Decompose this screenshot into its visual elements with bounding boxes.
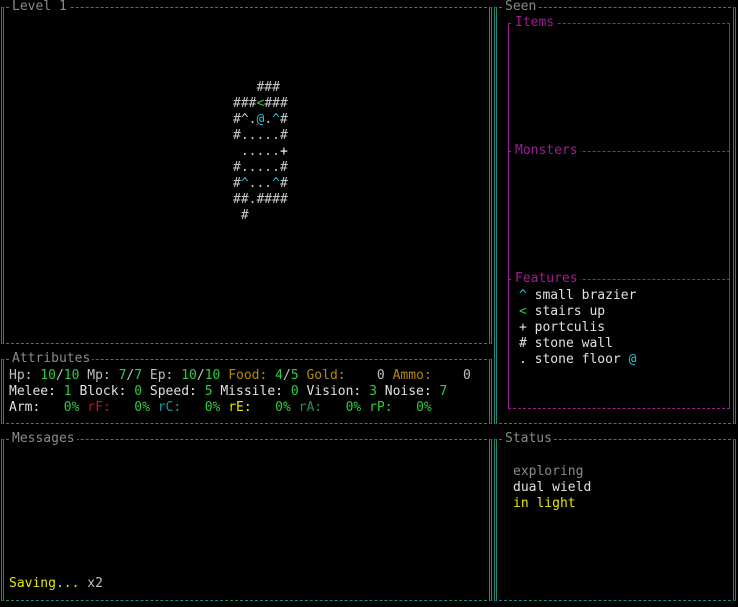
map-row: ###: [233, 80, 280, 95]
status-in-light: in light: [513, 496, 576, 511]
items-section: Items: [508, 15, 730, 151]
player-glyph: @: [256, 112, 265, 127]
feature-item[interactable]: + portculis: [519, 320, 605, 336]
dungeon-map[interactable]: ### ###<### #^.@.^# #.....# .....+ #....…: [233, 80, 288, 224]
wall-icon: #: [519, 336, 527, 351]
map-panel-title: Level 1: [10, 0, 69, 15]
feature-item[interactable]: ^ small brazier: [519, 288, 636, 304]
map-row: #^.@.^#: [233, 112, 288, 127]
feature-item[interactable]: < stairs up: [519, 304, 605, 320]
map-row: #: [233, 208, 249, 223]
attributes-title: Attributes: [10, 351, 93, 367]
map-row: #^...^#: [233, 176, 288, 191]
status-title: Status: [503, 431, 554, 447]
status-exploring: exploring: [513, 464, 584, 479]
items-title: Items: [513, 15, 557, 31]
attr-row-combat: Melee: 1 Block: 0 Speed: 5 Missile: 0 Vi…: [9, 384, 448, 399]
features-title: Features: [513, 271, 580, 287]
feature-item[interactable]: . stone floor @: [519, 352, 636, 368]
message-line: Saving... x2: [9, 576, 103, 591]
map-row: #.....#: [233, 160, 288, 175]
status-dual-wield: dual wield: [513, 480, 592, 495]
stairs-icon: <: [519, 304, 527, 319]
monsters-section: Monsters: [508, 143, 730, 279]
feature-item[interactable]: # stone wall: [519, 336, 613, 352]
map-row: ##.####: [233, 192, 288, 207]
messages-title: Messages: [10, 431, 77, 447]
stairs-up-glyph: <: [256, 96, 265, 111]
attr-row-resists: Arm: 0% rF: 0% rC: 0% rE: 0% rA: 0% rP: …: [9, 400, 432, 415]
map-row: ###<###: [233, 96, 288, 111]
map-row: #.....#: [233, 128, 288, 143]
seen-panel-title: Seen: [503, 0, 539, 15]
attr-row-resources: Hp: 10/10 Mp: 7/7 Ep: 10/10 Food: 4/5 Go…: [9, 368, 471, 383]
monsters-title: Monsters: [513, 143, 580, 159]
player-icon: @: [628, 352, 637, 367]
map-row: .....+: [233, 144, 288, 159]
brazier-icon: ^: [519, 288, 527, 303]
floor-icon: .: [519, 352, 527, 367]
portcullis-icon: +: [519, 320, 527, 335]
